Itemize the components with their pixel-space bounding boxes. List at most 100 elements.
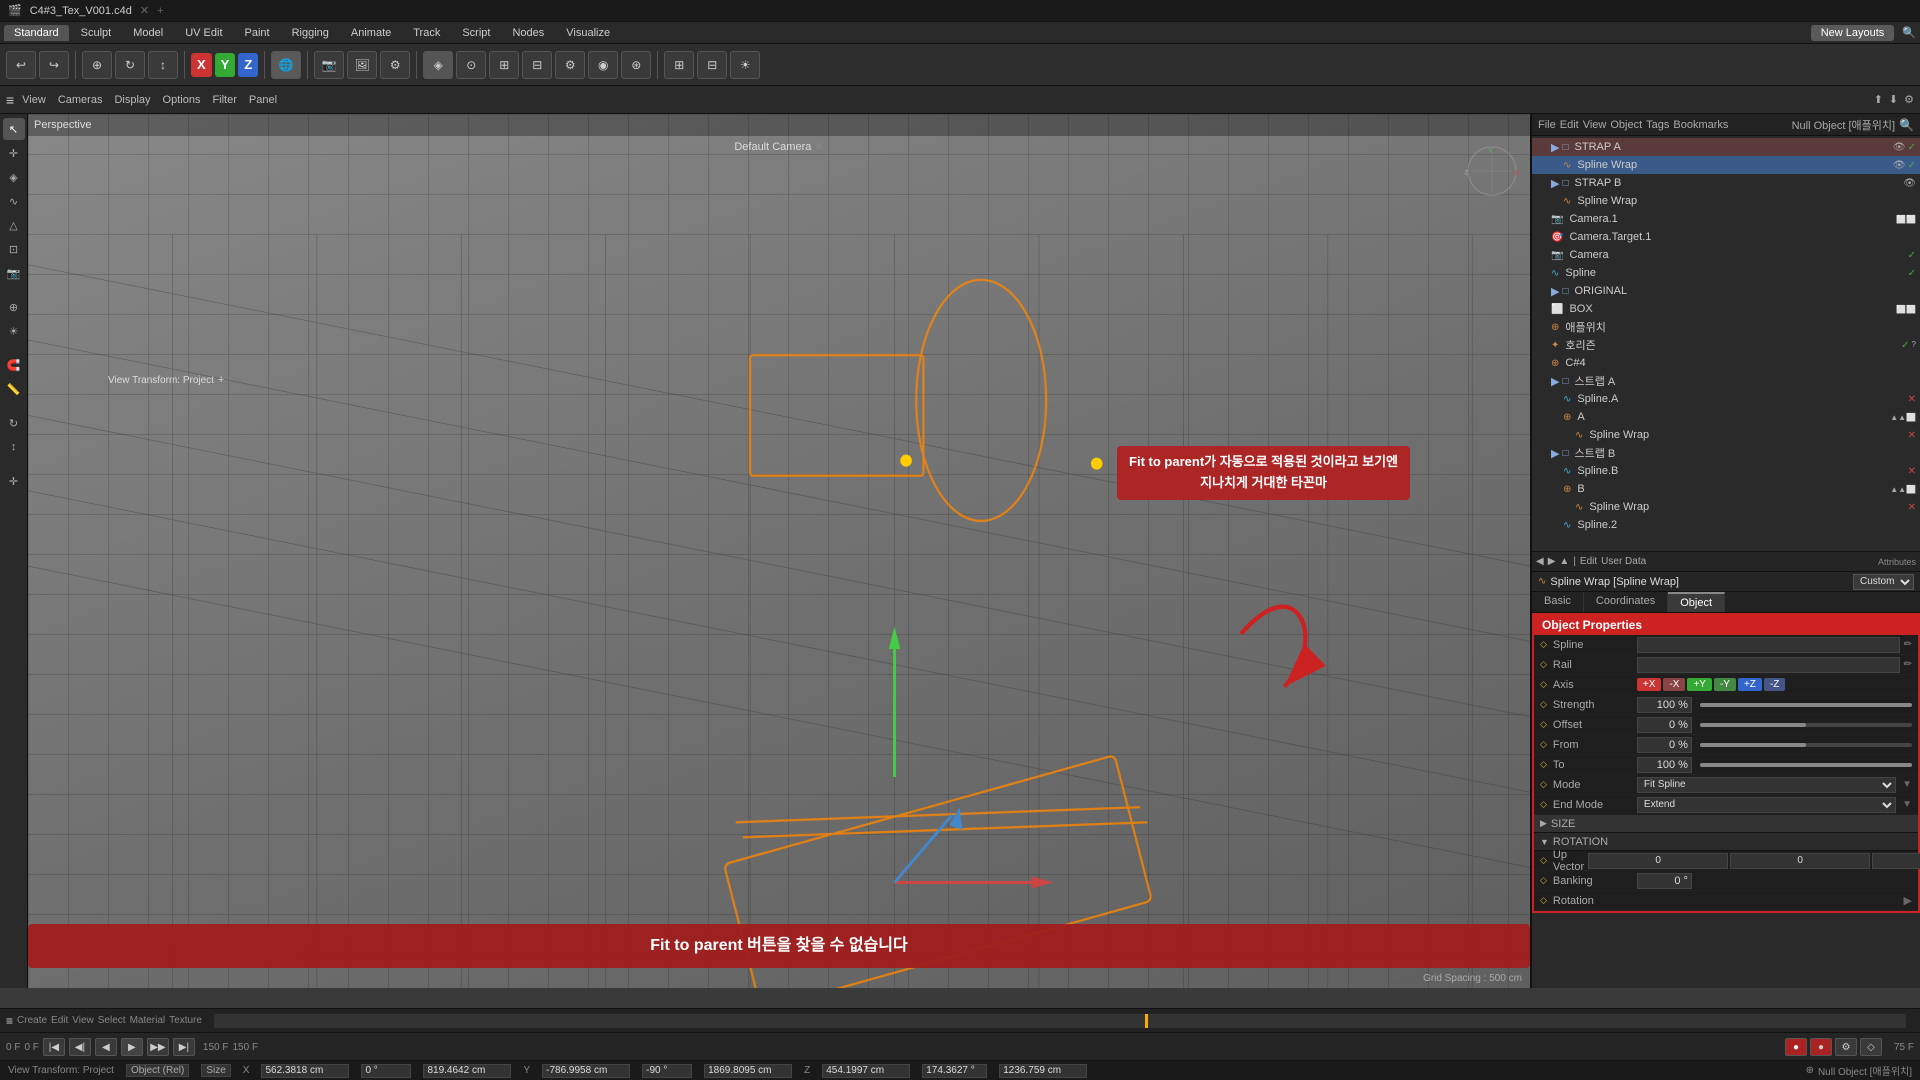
- rotate-sidebar-icon[interactable]: ↻: [3, 412, 25, 434]
- redo-btn[interactable]: ↪: [39, 51, 69, 79]
- z-rot-input[interactable]: [922, 1064, 987, 1078]
- back-btn[interactable]: ◀: [1536, 556, 1544, 567]
- tree-spline-wrap-a[interactable]: ∿ Spline Wrap ✕: [1532, 426, 1920, 444]
- tab-add[interactable]: +: [157, 5, 163, 17]
- rail-edit-icon[interactable]: ✏: [1904, 659, 1912, 670]
- light-icon[interactable]: ☀: [3, 320, 25, 342]
- rotation-arrow[interactable]: ▶: [1904, 894, 1912, 907]
- rail-value[interactable]: [1637, 657, 1900, 673]
- z-size-input[interactable]: [999, 1064, 1087, 1078]
- null-icon[interactable]: ⊕: [3, 296, 25, 318]
- axis-z-btn[interactable]: Z: [238, 53, 258, 77]
- world-space-btn[interactable]: 🌐: [271, 51, 301, 79]
- layer-btn[interactable]: ⊛: [621, 51, 651, 79]
- tool-options-btn[interactable]: ⚙: [555, 51, 585, 79]
- x-size-input[interactable]: [423, 1064, 511, 1078]
- z-pos-input[interactable]: [822, 1064, 910, 1078]
- axis-minus-x[interactable]: -X: [1663, 678, 1685, 691]
- vis-icon[interactable]: 👁: [1893, 160, 1906, 171]
- file-menu[interactable]: File: [1538, 119, 1556, 131]
- from-slider[interactable]: [1700, 743, 1912, 747]
- tree-camera1[interactable]: 📷 Camera.1 ⬜⬜: [1532, 210, 1920, 228]
- render-btn[interactable]: 📷: [314, 51, 344, 79]
- layout-btn[interactable]: ⊞: [664, 51, 694, 79]
- search-icon[interactable]: 🔍: [1902, 26, 1916, 39]
- play-prev-btn[interactable]: |◀: [43, 1038, 65, 1056]
- up-vector-z[interactable]: [1872, 853, 1920, 869]
- view-menu[interactable]: View: [18, 93, 50, 107]
- viewport-layout-btn[interactable]: ⊟: [697, 51, 727, 79]
- tab-script[interactable]: Script: [452, 25, 500, 41]
- options-menu[interactable]: Options: [159, 93, 205, 107]
- x-pos-input[interactable]: [261, 1064, 349, 1078]
- play-end-btn[interactable]: ▶|: [173, 1038, 195, 1056]
- coord-mode[interactable]: Object (Rel): [126, 1064, 189, 1077]
- fwd-btn[interactable]: ▶: [1548, 556, 1556, 567]
- tab-close[interactable]: ✕: [140, 4, 149, 17]
- tree-original[interactable]: ▶ □ ORIGINAL: [1532, 282, 1920, 300]
- banking-input[interactable]: 0 °: [1637, 873, 1692, 889]
- from-input[interactable]: 0 %: [1637, 737, 1692, 753]
- tl-material[interactable]: Material: [130, 1015, 166, 1026]
- new-layouts-btn[interactable]: New Layouts: [1811, 25, 1895, 41]
- tab-rigging[interactable]: Rigging: [282, 25, 339, 41]
- menu-toggle[interactable]: ≡: [6, 92, 14, 108]
- tab-basic[interactable]: Basic: [1532, 592, 1584, 612]
- panel-menu[interactable]: Panel: [245, 93, 281, 107]
- tab-coordinates[interactable]: Coordinates: [1584, 592, 1668, 612]
- y-size-input[interactable]: [704, 1064, 792, 1078]
- tab-standard[interactable]: Standard: [4, 25, 69, 41]
- tab-object[interactable]: Object: [1668, 592, 1725, 612]
- tl-create[interactable]: Create: [17, 1015, 47, 1026]
- bookmarks-menu[interactable]: Bookmarks: [1673, 119, 1728, 131]
- xray-btn[interactable]: ◉: [588, 51, 618, 79]
- offset-input[interactable]: 0 %: [1637, 717, 1692, 733]
- display-menu[interactable]: Display: [110, 93, 154, 107]
- end-mode-select[interactable]: Extend: [1637, 797, 1896, 813]
- tree-camera-target[interactable]: 🎯 Camera.Target.1: [1532, 228, 1920, 246]
- timeline-menu[interactable]: ≡: [6, 1014, 13, 1028]
- vis-icon[interactable]: 👁: [1893, 142, 1906, 153]
- tree-horizon[interactable]: ✦ 호리즌 ✓ ?: [1532, 336, 1920, 354]
- spline-value[interactable]: [1637, 637, 1900, 653]
- select-tool-icon[interactable]: ↖: [3, 118, 25, 140]
- rotation-section[interactable]: ▼ ROTATION: [1534, 833, 1918, 851]
- axis-minus-y[interactable]: -Y: [1714, 678, 1736, 691]
- tree-spline-b[interactable]: ∿ Spline.B ✕: [1532, 462, 1920, 480]
- tags-menu[interactable]: Tags: [1646, 119, 1669, 131]
- scale-tool[interactable]: ↕: [148, 51, 178, 79]
- strength-slider[interactable]: [1700, 703, 1912, 707]
- deform-icon[interactable]: ⊡: [3, 238, 25, 260]
- snap-btn[interactable]: ⊙: [456, 51, 486, 79]
- play-fwd-btn[interactable]: ▶▶: [147, 1038, 169, 1056]
- tree-c4[interactable]: ⊕ C#4: [1532, 354, 1920, 372]
- tab-model[interactable]: Model: [123, 25, 173, 41]
- tree-strap-a[interactable]: ▶ □ STRAP A 👁 ✓: [1532, 138, 1920, 156]
- axis-plus-x[interactable]: +X: [1637, 678, 1662, 691]
- tree-stream-b[interactable]: ▶ □ 스트랩 B: [1532, 444, 1920, 462]
- timeline-track[interactable]: [214, 1014, 1906, 1028]
- to-slider[interactable]: [1700, 763, 1912, 767]
- tree-stream-a[interactable]: ▶ □ 스트랩 A: [1532, 372, 1920, 390]
- magnet-icon[interactable]: 🧲: [3, 354, 25, 376]
- tab-track[interactable]: Track: [403, 25, 450, 41]
- to-input[interactable]: 100 %: [1637, 757, 1692, 773]
- tree-box[interactable]: ⬜ BOX ⬜⬜: [1532, 300, 1920, 318]
- axis-y-btn[interactable]: Y: [215, 53, 236, 77]
- axis-plus-y[interactable]: +Y: [1687, 678, 1712, 691]
- end-mode-dropdown-icon[interactable]: ▼: [1902, 799, 1912, 810]
- object-icon[interactable]: ◈: [3, 166, 25, 188]
- tree-b-null[interactable]: ⊕ B ▲▲⬜: [1532, 480, 1920, 498]
- tree-spline-2[interactable]: ∿ Spline.2: [1532, 516, 1920, 534]
- poly-icon[interactable]: △: [3, 214, 25, 236]
- tree-spline-wrap-2[interactable]: ∿ Spline Wrap: [1532, 192, 1920, 210]
- tab-animate[interactable]: Animate: [341, 25, 401, 41]
- play-next-btn[interactable]: ◀|: [69, 1038, 91, 1056]
- y-pos-input[interactable]: [542, 1064, 630, 1078]
- mode-dropdown-icon[interactable]: ▼: [1902, 779, 1912, 790]
- object-mode-btn[interactable]: ◈: [423, 51, 453, 79]
- nav-cube[interactable]: X Y Z: [1465, 144, 1520, 199]
- play-back-btn[interactable]: ◀: [95, 1038, 117, 1056]
- size-section[interactable]: ▶ SIZE: [1534, 815, 1918, 833]
- tree-camera[interactable]: 📷 Camera ✓: [1532, 246, 1920, 264]
